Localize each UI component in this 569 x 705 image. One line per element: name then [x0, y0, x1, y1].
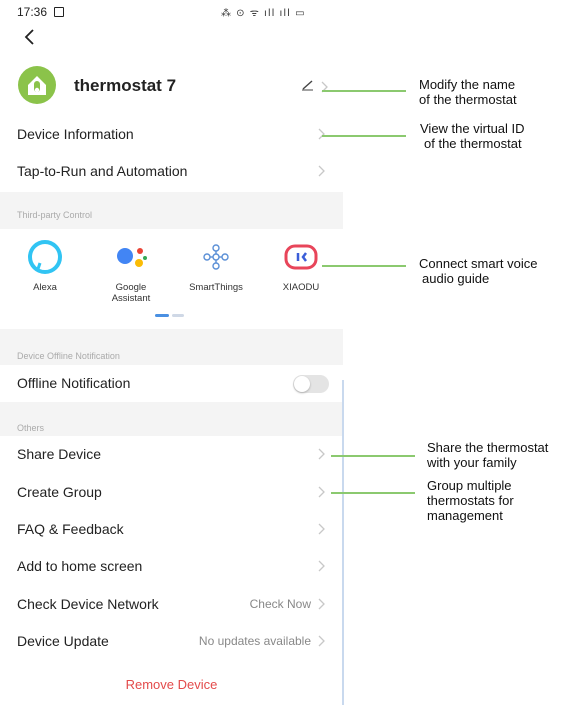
chevron-right-icon	[318, 448, 325, 460]
third-party-label: XIAODU	[282, 282, 320, 293]
annotation-text: with your family	[427, 455, 517, 470]
third-party-label: SmartThings	[189, 282, 243, 293]
row-label: Tap-to-Run and Automation	[17, 163, 188, 179]
annotation-line	[322, 265, 406, 267]
annotation-text: of the thermostat	[424, 136, 522, 151]
row-create-group[interactable]: Create Group	[0, 474, 343, 511]
annotation-text: management	[427, 508, 503, 523]
google-assistant-icon	[117, 248, 147, 267]
row-faq-feedback[interactable]: FAQ & Feedback	[0, 511, 343, 548]
notification-icon	[54, 7, 64, 17]
offline-notification-toggle[interactable]	[293, 375, 329, 393]
chevron-right-icon	[318, 523, 325, 535]
annotation-text: View the virtual ID	[420, 121, 525, 136]
chevron-right-icon	[318, 165, 325, 177]
annotation-share: Share the thermostat with your family	[427, 440, 548, 470]
annotation-line	[331, 455, 415, 457]
row-label: Create Group	[17, 484, 102, 500]
row-label: Share Device	[17, 446, 102, 462]
section-header-others: Others	[0, 402, 343, 436]
section-label: Device Offline Notification	[17, 351, 120, 361]
row-device-information[interactable]: Device Information	[0, 116, 343, 153]
annotation-text: Connect smart voice	[419, 256, 538, 271]
third-party-alexa[interactable]: Alexa	[10, 239, 80, 293]
row-value: Check Now	[249, 597, 311, 611]
house-icon	[28, 76, 46, 95]
remove-device-button[interactable]: Remove Device	[0, 677, 343, 692]
chevron-right-icon	[318, 598, 325, 610]
chevron-right-icon	[318, 635, 325, 647]
status-time: 17:36	[17, 5, 48, 19]
status-bar: 17:36 ⁂ ⊙ ᯤ ıll ıll ▭	[0, 0, 343, 26]
chevron-left-icon	[24, 29, 34, 45]
annotation-modify-name: Modify the name of the thermostat	[419, 77, 517, 107]
row-label: Device Information	[17, 126, 134, 142]
third-party-smartthings[interactable]: SmartThings	[181, 239, 251, 293]
third-party-label: Alexa	[33, 282, 57, 293]
chevron-right-icon	[318, 486, 325, 498]
device-header[interactable]: thermostat 7	[0, 62, 343, 108]
device-name: thermostat 7	[74, 76, 177, 95]
annotation-virtual-id: View the virtual ID of the thermostat	[420, 121, 525, 151]
section-header-third-party: Third-party Control	[0, 192, 343, 229]
alexa-icon	[28, 240, 62, 274]
row-label: Check Device Network	[17, 596, 159, 612]
third-party-label: Google Assistant	[111, 282, 151, 304]
row-value: No updates available	[198, 634, 311, 648]
settings-screen: 17:36 ⁂ ⊙ ᯤ ıll ıll ▭ thermostat 7 Devic…	[0, 0, 344, 705]
scrollbar[interactable]	[342, 380, 344, 705]
smartthings-icon	[203, 244, 229, 270]
annotation-text: audio guide	[422, 271, 490, 286]
annotation-text: Share the thermostat	[427, 440, 549, 455]
chevron-right-icon	[318, 128, 325, 140]
annotation-text: Modify the name	[419, 77, 516, 92]
row-check-device-network[interactable]: Check Device Network Check Now	[0, 586, 343, 623]
section-label: Third-party Control	[17, 210, 93, 220]
row-add-to-home-screen[interactable]: Add to home screen	[0, 548, 343, 585]
annotation-line	[322, 135, 406, 137]
annotation-line	[331, 492, 415, 494]
status-icons: ⁂ ⊙ ᯤ ıll ıll ▭	[221, 8, 306, 19]
section-header-offline: Device Offline Notification	[0, 329, 343, 365]
thermostat-avatar	[18, 66, 56, 104]
section-label: Others	[17, 423, 45, 433]
row-label: Add to home screen	[17, 558, 143, 574]
row-share-device[interactable]: Share Device	[0, 436, 343, 473]
row-offline-notification: Offline Notification	[0, 365, 343, 402]
annotation-text: Group multiple	[427, 478, 512, 493]
row-tap-to-run[interactable]: Tap-to-Run and Automation	[0, 153, 343, 190]
annotation-text: thermostats for	[427, 493, 514, 508]
third-party-carousel: Alexa Google Assistant SmartThings XIAOD…	[0, 229, 343, 329]
chevron-right-icon	[318, 560, 325, 572]
row-device-update[interactable]: Device Update No updates available	[0, 623, 343, 660]
edit-pencil-icon[interactable]	[301, 79, 315, 91]
annotation-smart-voice: Connect smart voice audio guide	[419, 256, 538, 286]
toggle-knob	[294, 376, 310, 392]
xiaodu-icon	[284, 244, 318, 270]
annotation-text: of the thermostat	[419, 92, 517, 107]
annotation-group: Group multiple thermostats for managemen…	[427, 478, 514, 523]
back-button[interactable]	[20, 26, 40, 48]
third-party-google-assistant[interactable]: Google Assistant	[96, 239, 166, 304]
row-label: FAQ & Feedback	[17, 521, 124, 537]
row-label: Device Update	[17, 633, 109, 649]
row-label: Offline Notification	[17, 375, 131, 391]
annotation-line	[322, 90, 406, 92]
